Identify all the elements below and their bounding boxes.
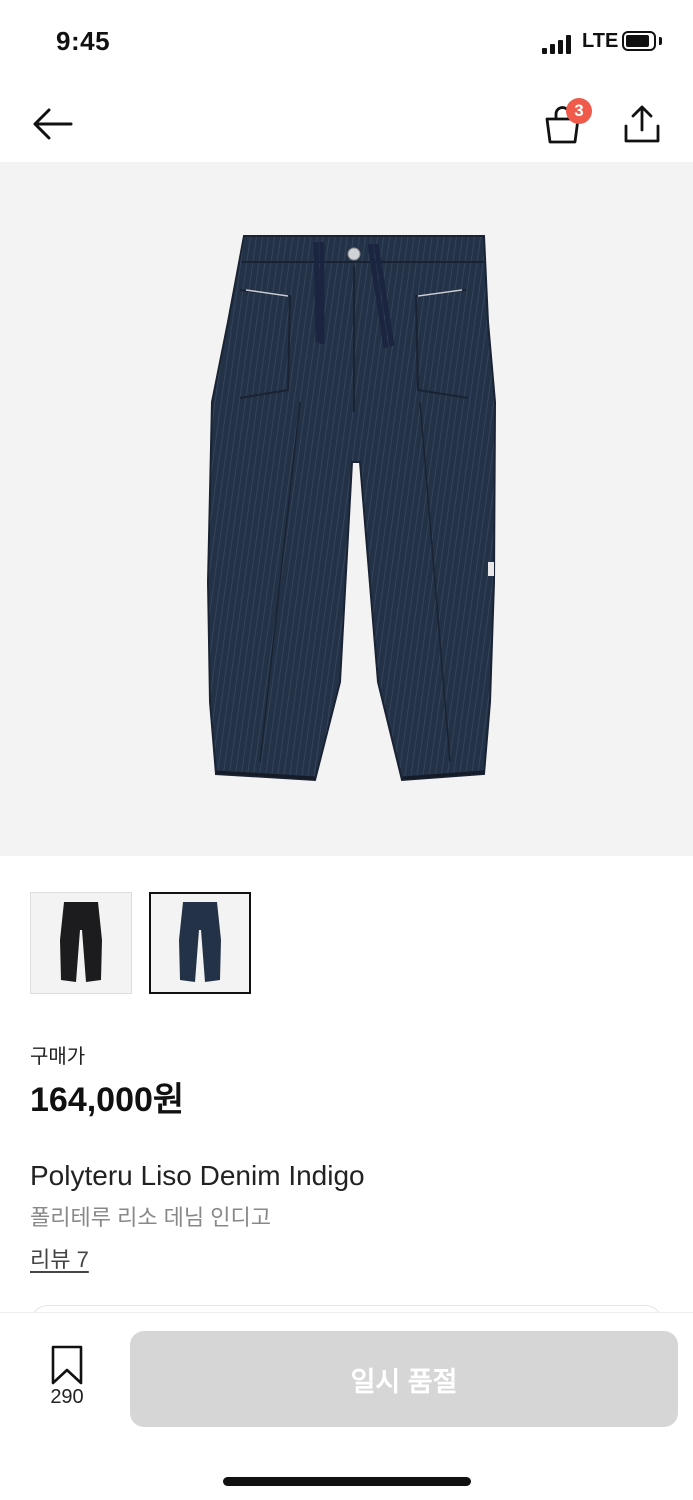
signal-icon <box>542 34 576 54</box>
temporarily-sold-out-button[interactable]: 일시 품절 <box>130 1331 678 1427</box>
bookmark-count: 290 <box>50 1386 84 1408</box>
price-label: 구매가 <box>30 1046 86 1068</box>
bottom-action-bar: 290 일시 품절 <box>0 1312 693 1500</box>
battery-icon <box>622 31 656 51</box>
status-bar: 9:45 LTE <box>0 0 693 88</box>
top-navigation: 3 <box>0 88 693 162</box>
share-button[interactable] <box>614 96 670 152</box>
share-icon <box>624 105 660 143</box>
review-link[interactable]: 리뷰 7 <box>30 1242 89 1274</box>
product-name-korean: 폴리테루 리소 데님 인디고 <box>30 1205 271 1230</box>
product-main-image[interactable] <box>0 162 693 856</box>
network-label: LTE <box>582 30 619 52</box>
indigo-pants-thumbnail <box>179 902 221 982</box>
bookmark-button[interactable]: 290 <box>36 1341 98 1411</box>
product-price: 164,000원 <box>30 1081 185 1119</box>
cart-count-badge: 3 <box>566 98 592 124</box>
product-name-english: Polyteru Liso Denim Indigo <box>30 1160 365 1191</box>
cart-button[interactable]: 3 <box>534 96 592 152</box>
status-time: 9:45 <box>56 26 111 56</box>
black-pants-thumbnail <box>60 902 102 982</box>
home-indicator <box>223 1477 471 1486</box>
thumbnail-black[interactable] <box>30 892 132 994</box>
back-button[interactable] <box>26 98 78 150</box>
thumbnail-indigo[interactable] <box>149 892 251 994</box>
bookmark-icon <box>51 1345 83 1385</box>
pants-illustration <box>206 235 497 782</box>
back-arrow-icon <box>33 108 73 140</box>
